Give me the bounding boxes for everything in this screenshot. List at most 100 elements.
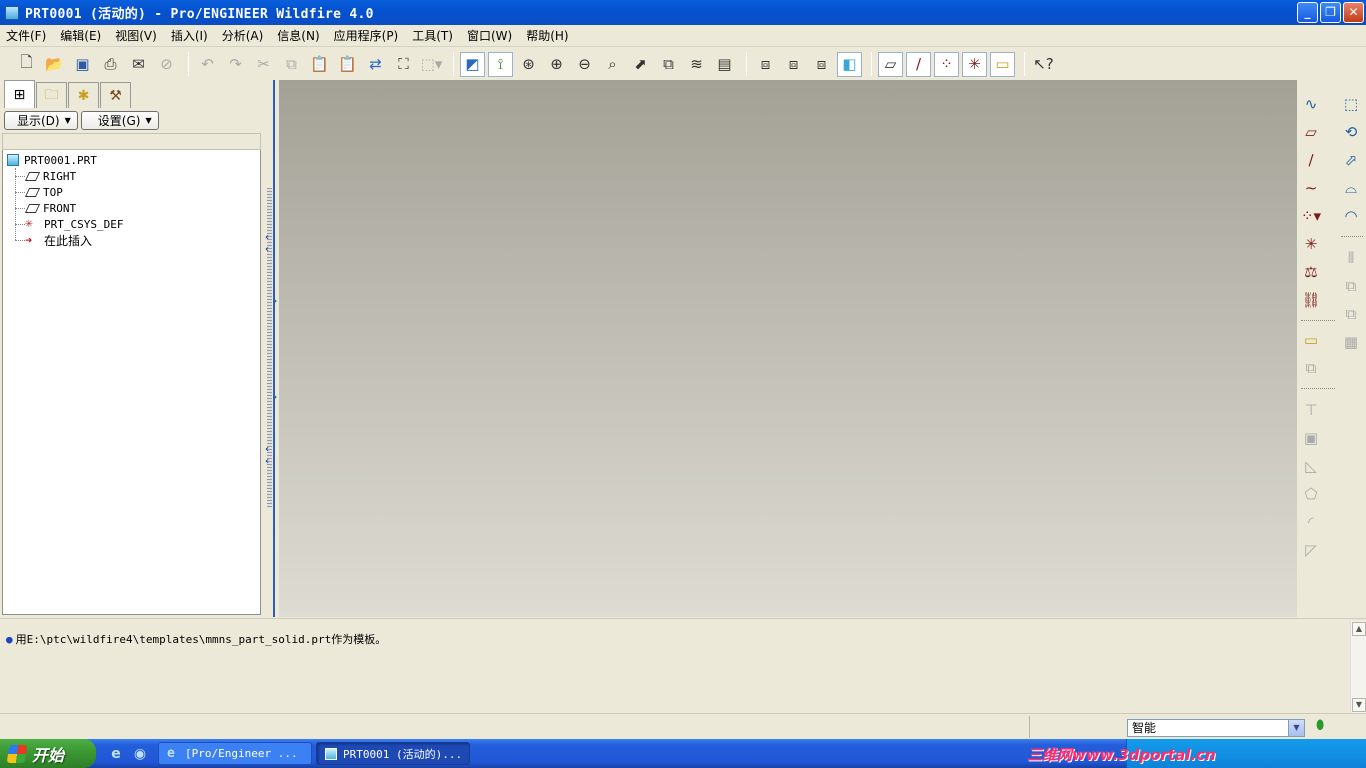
- datum-plane-tool-icon[interactable]: ▱: [1299, 120, 1323, 144]
- app-icon[interactable]: [5, 5, 19, 20]
- tree-item-top[interactable]: TOP: [24, 184, 63, 200]
- menu-file[interactable]: 文件(F): [6, 27, 46, 44]
- datum-curve-tool-icon[interactable]: ∼: [1299, 176, 1323, 200]
- tree-item-root[interactable]: PRT0001.PRT: [7, 152, 97, 168]
- menu-analysis[interactable]: 分析(A): [222, 27, 264, 44]
- rib-tool-icon[interactable]: ◺: [1299, 454, 1323, 478]
- panel-splitter[interactable]: ‹ ‹ › › ‹ ‹: [265, 80, 279, 617]
- collapse-left-icon[interactable]: ‹: [265, 232, 269, 243]
- paste-icon[interactable]: 📋: [307, 52, 332, 77]
- chamfer-tool-icon[interactable]: ◸: [1299, 538, 1323, 562]
- csys-toggle-icon[interactable]: ✳: [962, 51, 987, 77]
- menu-window[interactable]: 窗口(W): [467, 27, 512, 44]
- taskbar-task-prt0001[interactable]: PRT0001 (活动的)...: [316, 742, 470, 765]
- chevron-down-icon[interactable]: ▼: [1288, 720, 1304, 736]
- message-scrollbar[interactable]: ▲ ▼: [1350, 621, 1366, 713]
- spin-center-icon[interactable]: ⟟: [488, 51, 513, 77]
- regen-status-icon[interactable]: ⬮: [1316, 718, 1324, 733]
- revolve-tool-icon[interactable]: ⟲: [1339, 120, 1363, 144]
- datum-axes-toggle-icon[interactable]: ∕: [906, 51, 931, 77]
- shading-icon[interactable]: ◧: [837, 51, 862, 77]
- annotations-toggle-icon[interactable]: ▭: [990, 51, 1015, 77]
- menu-view[interactable]: 视图(V): [115, 27, 157, 44]
- analysis-tool-icon[interactable]: ⚖: [1299, 260, 1323, 284]
- menu-insert[interactable]: 插入(I): [171, 27, 208, 44]
- start-button[interactable]: 开始: [0, 739, 96, 768]
- undo-icon[interactable]: ↶: [195, 52, 220, 77]
- extrude-tool-icon[interactable]: ⬚: [1339, 92, 1363, 116]
- pattern-tool-icon[interactable]: ▦: [1339, 330, 1363, 354]
- layers-icon[interactable]: ≋: [684, 52, 709, 77]
- regenerate-icon[interactable]: ⇄: [363, 52, 388, 77]
- print-icon[interactable]: ⎙: [98, 52, 123, 77]
- draft-tool-icon[interactable]: ⬠: [1299, 482, 1323, 506]
- merge-tool-icon[interactable]: ⧉: [1339, 274, 1363, 298]
- new-file-icon[interactable]: 🗋: [14, 52, 39, 77]
- selection-filter-select[interactable]: 智能 ▼: [1127, 719, 1305, 737]
- settings-dropdown[interactable]: 设置(G) ▼: [80, 110, 159, 130]
- paste-special-icon[interactable]: 📋: [335, 52, 360, 77]
- tab-favorites[interactable]: ✱: [68, 82, 99, 108]
- tab-connections[interactable]: ⚒: [100, 82, 131, 108]
- tree-item-right[interactable]: RIGHT: [24, 168, 76, 184]
- hidden-line-icon[interactable]: ⧈: [781, 52, 806, 77]
- boundary-blend-icon[interactable]: ⌓: [1339, 176, 1363, 200]
- maximize-button[interactable]: ❐: [1320, 2, 1341, 23]
- menu-edit[interactable]: 编辑(E): [60, 27, 101, 44]
- scroll-down-icon[interactable]: ▼: [1352, 698, 1366, 712]
- csys-tool-icon[interactable]: ✳: [1299, 232, 1323, 256]
- view-manager-icon[interactable]: ▤: [712, 52, 737, 77]
- wireframe-icon[interactable]: ⧈: [753, 52, 778, 77]
- zoom-out-icon[interactable]: ⊖: [572, 52, 597, 77]
- datum-planes-toggle-icon[interactable]: ▱: [878, 51, 903, 77]
- saved-views-icon[interactable]: ⧉: [656, 52, 681, 77]
- datum-axis-tool-icon[interactable]: ∕: [1299, 148, 1323, 172]
- menu-help[interactable]: 帮助(H): [526, 27, 568, 44]
- copy-icon[interactable]: ⧉: [279, 52, 304, 77]
- sketch-tool-icon[interactable]: ∿: [1299, 92, 1323, 116]
- menu-applications[interactable]: 应用程序(P): [334, 27, 399, 44]
- save-icon[interactable]: ▣: [70, 52, 95, 77]
- scroll-up-icon[interactable]: ▲: [1352, 622, 1366, 636]
- collapse-left-icon[interactable]: ‹: [265, 444, 269, 455]
- cut-icon[interactable]: ✂: [251, 52, 276, 77]
- hole-tool-icon[interactable]: ⊤: [1299, 398, 1323, 422]
- mirror-tool-icon[interactable]: ⫴: [1339, 246, 1363, 270]
- no-hidden-icon[interactable]: ⧈: [809, 52, 834, 77]
- reorient-icon[interactable]: ⬈: [628, 52, 653, 77]
- menu-tools[interactable]: 工具(T): [412, 27, 453, 44]
- copy-geometry-icon[interactable]: ⧉: [1299, 356, 1323, 380]
- round-tool-icon[interactable]: ◜: [1299, 510, 1323, 534]
- erase-icon[interactable]: ⊘: [154, 52, 179, 77]
- trim-tool-icon[interactable]: ⧉: [1339, 302, 1363, 326]
- annotation-tool-icon[interactable]: ▭: [1299, 328, 1323, 352]
- collapse-left-icon[interactable]: ‹: [265, 456, 269, 467]
- open-icon[interactable]: 📂: [42, 52, 67, 77]
- tree-item-insert-here[interactable]: ➔ 在此插入: [25, 232, 92, 248]
- minimize-button[interactable]: _: [1297, 2, 1318, 23]
- datum-points-toggle-icon[interactable]: ⁘: [934, 51, 959, 77]
- context-help-icon[interactable]: ↖?: [1031, 52, 1056, 77]
- tab-model-tree[interactable]: ⊞: [4, 80, 35, 108]
- close-button[interactable]: ✕: [1343, 2, 1364, 23]
- menu-info[interactable]: 信息(N): [277, 27, 319, 44]
- refit-icon[interactable]: ⌕: [600, 52, 625, 77]
- show-dropdown[interactable]: 显示(D) ▼: [4, 110, 78, 130]
- ie-icon[interactable]: e: [106, 744, 126, 764]
- taskbar-task-proe-console[interactable]: e [Pro/Engineer ...: [158, 742, 312, 765]
- sweep-tool-icon[interactable]: ⬀: [1339, 148, 1363, 172]
- orient-mode-icon[interactable]: ⊛: [516, 52, 541, 77]
- tree-item-csys[interactable]: ✳ PRT_CSYS_DEF: [25, 216, 123, 232]
- collapse-left-icon[interactable]: ‹: [265, 244, 269, 255]
- datum-point-tool-icon[interactable]: ⁘▾: [1299, 204, 1323, 228]
- zoom-in-icon[interactable]: ⊕: [544, 52, 569, 77]
- find-icon[interactable]: ⛶: [391, 52, 416, 77]
- show-desktop-icon[interactable]: ◉: [130, 744, 150, 764]
- select-box-icon[interactable]: ⬚▾: [419, 52, 444, 77]
- graphics-viewport[interactable]: [279, 80, 1297, 617]
- redo-icon[interactable]: ↷: [223, 52, 248, 77]
- shell-tool-icon[interactable]: ▣: [1299, 426, 1323, 450]
- send-mail-icon[interactable]: ✉: [126, 52, 151, 77]
- style-tool-icon[interactable]: ◠: [1339, 204, 1363, 228]
- tab-folder-browser[interactable]: 🗀: [36, 82, 67, 108]
